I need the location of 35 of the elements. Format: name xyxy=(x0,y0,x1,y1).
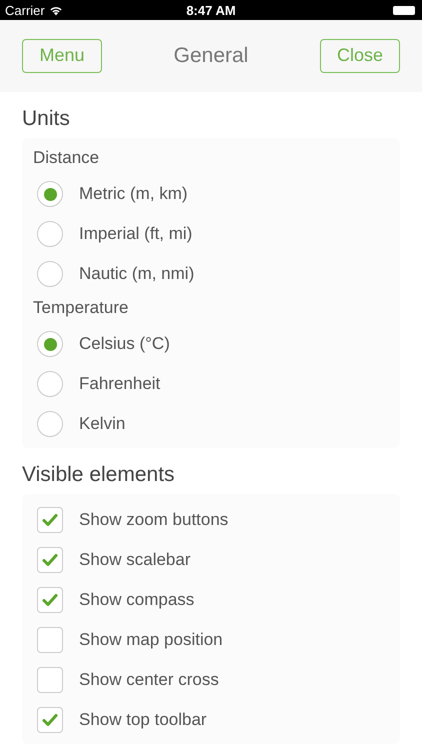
group-label: Temperature xyxy=(33,297,130,319)
checkbox[interactable] xyxy=(37,707,63,733)
radio-button[interactable] xyxy=(37,221,63,247)
option-label: Metric (m, km) xyxy=(79,184,188,204)
close-button[interactable]: Close xyxy=(320,38,400,72)
radio-button[interactable] xyxy=(37,331,63,357)
section-title: Units xyxy=(21,106,71,132)
option-label: Show compass xyxy=(79,590,194,610)
wifi-icon xyxy=(48,4,63,16)
radio-button[interactable] xyxy=(37,371,63,397)
menu-button[interactable]: Menu xyxy=(22,38,102,72)
option-label: Show scalebar xyxy=(79,550,191,570)
option-label: Show top toolbar xyxy=(79,710,207,730)
option-label: Show center cross xyxy=(79,670,219,690)
group-label: Distance xyxy=(33,147,100,169)
option-label: Nautic (m, nmi) xyxy=(79,264,194,284)
radio-button[interactable] xyxy=(37,181,63,207)
checkbox[interactable] xyxy=(37,547,63,573)
checkbox[interactable] xyxy=(37,667,63,693)
checkbox[interactable] xyxy=(37,627,63,653)
clock-time: 8:47 AM xyxy=(186,2,236,18)
radio-button[interactable] xyxy=(37,261,63,287)
screen-title: General xyxy=(174,44,248,68)
option-label: Show map position xyxy=(79,630,223,650)
checkbox[interactable] xyxy=(37,507,63,533)
option-label: Imperial (ft, mi) xyxy=(79,224,192,244)
option-label: Kelvin xyxy=(79,414,126,434)
section-title: Visible elements xyxy=(21,462,176,488)
carrier-label: Carrier xyxy=(5,2,45,18)
radio-button[interactable] xyxy=(37,411,63,437)
checkbox[interactable] xyxy=(37,587,63,613)
option-label: Show zoom buttons xyxy=(79,510,228,530)
option-label: Fahrenheit xyxy=(79,374,160,394)
option-label: Celsius (°C) xyxy=(79,334,170,354)
battery-icon xyxy=(393,6,415,14)
